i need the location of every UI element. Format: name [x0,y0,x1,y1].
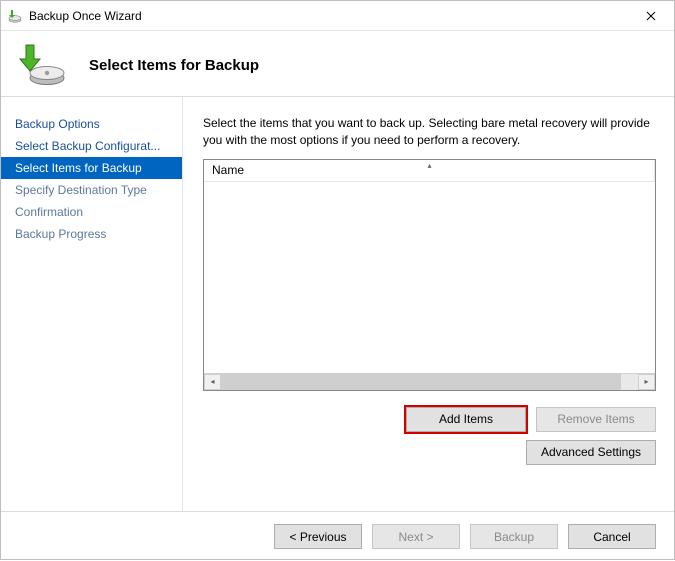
step-select-items[interactable]: Select Items for Backup [1,157,182,179]
list-column-header-row: Name ▴ [204,160,655,182]
step-specify-destination[interactable]: Specify Destination Type [1,179,182,201]
scroll-right-arrow[interactable]: ▸ [638,374,655,390]
backup-button: Backup [470,524,558,549]
step-backup-progress[interactable]: Backup Progress [1,223,182,245]
page-title: Select Items for Backup [89,57,259,74]
sort-ascending-icon: ▴ [427,161,431,170]
wizard-header: Select Items for Backup [1,31,674,97]
remove-items-button: Remove Items [536,407,656,432]
add-items-button[interactable]: Add Items [406,407,526,432]
close-icon [646,11,656,21]
wizard-icon [15,41,71,91]
list-items-area [204,182,655,373]
advanced-settings-button[interactable]: Advanced Settings [526,440,656,465]
instruction-text: Select the items that you want to back u… [203,115,656,149]
next-button: Next > [372,524,460,549]
window-close-button[interactable] [628,1,674,31]
step-select-backup-config[interactable]: Select Backup Configurat... [1,135,182,157]
scroll-left-arrow[interactable]: ◂ [204,374,221,390]
scroll-track[interactable] [221,374,638,390]
app-icon [7,8,23,24]
step-backup-options[interactable]: Backup Options [1,113,182,135]
step-confirmation[interactable]: Confirmation [1,201,182,223]
wizard-steps-sidebar: Backup Options Select Backup Configurat.… [1,97,183,511]
titlebar: Backup Once Wizard [1,1,674,31]
wizard-footer: < Previous Next > Backup Cancel [1,511,674,561]
horizontal-scrollbar[interactable]: ◂ ▸ [204,373,655,390]
window-title: Backup Once Wizard [29,9,628,23]
items-listbox[interactable]: Name ▴ ◂ ▸ [203,159,656,391]
cancel-button[interactable]: Cancel [568,524,656,549]
previous-button[interactable]: < Previous [274,524,362,549]
wizard-body: Backup Options Select Backup Configurat.… [1,97,674,511]
wizard-page-content: Select the items that you want to back u… [183,97,674,511]
scroll-thumb[interactable] [221,374,621,390]
